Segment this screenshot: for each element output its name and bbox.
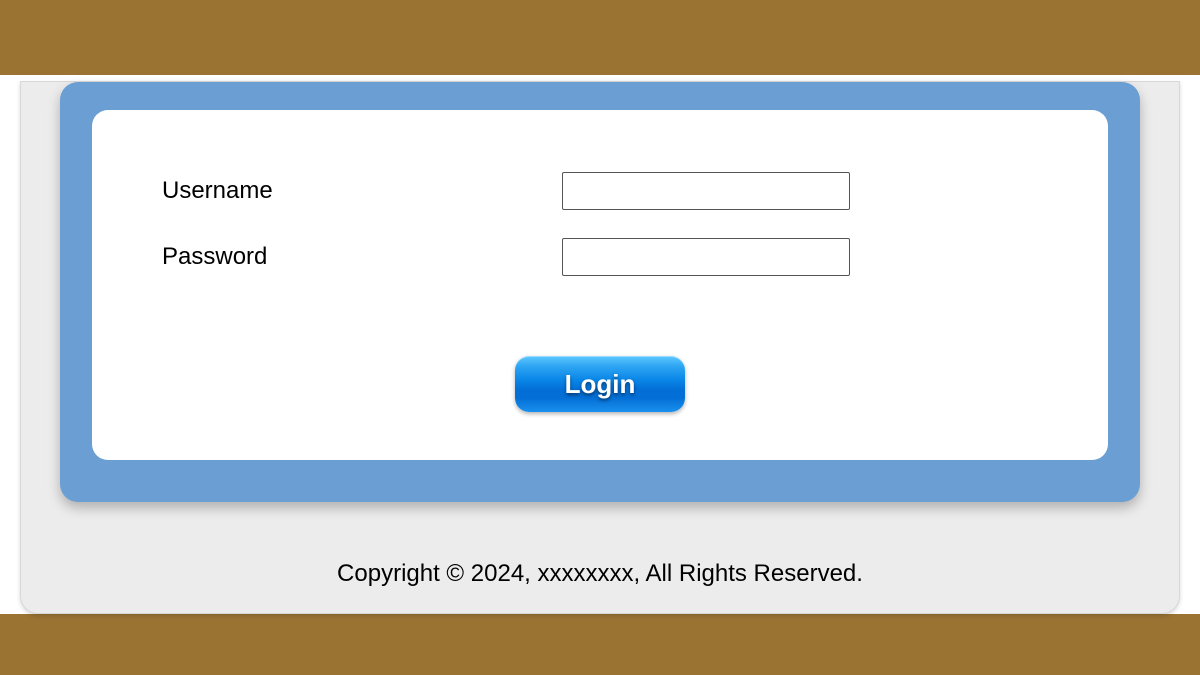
login-button[interactable]: Login bbox=[515, 356, 685, 412]
bottom-footer-bar bbox=[0, 614, 1200, 675]
button-row: Login bbox=[162, 356, 1038, 412]
password-label: Password bbox=[162, 243, 562, 271]
password-input[interactable] bbox=[562, 238, 850, 276]
login-card: Username Password Login bbox=[92, 110, 1108, 460]
username-input[interactable] bbox=[562, 172, 850, 210]
copyright-text: Copyright © 2024, xxxxxxxx, All Rights R… bbox=[21, 560, 1179, 588]
main-panel: Username Password Login Copyright © 2024… bbox=[20, 81, 1180, 614]
top-header-bar bbox=[0, 0, 1200, 75]
content-area: Username Password Login Copyright © 2024… bbox=[0, 81, 1200, 614]
username-label: Username bbox=[162, 177, 562, 205]
password-row: Password bbox=[162, 238, 1038, 276]
login-card-frame: Username Password Login bbox=[60, 82, 1140, 502]
username-row: Username bbox=[162, 172, 1038, 210]
